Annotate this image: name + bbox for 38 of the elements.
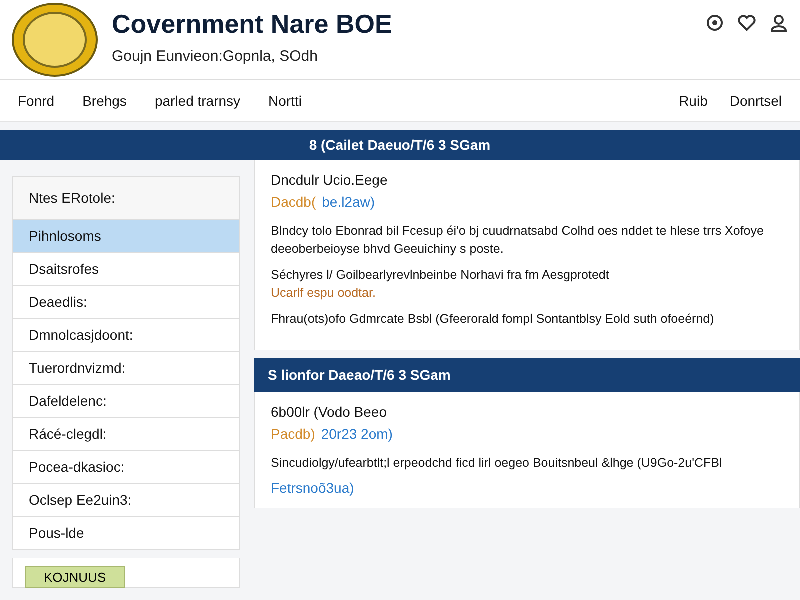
section-header: S lionfor Daeao/T/6 3 SGam [254,358,800,392]
sidebar-item[interactable]: Pocea-dkasioc: [12,451,240,484]
sidebar-item[interactable]: Tuerordnvizmd: [12,352,240,385]
site-title: Covernment Nare BOE [112,8,394,40]
article-category: Pacdb) [271,426,316,442]
sidebar-item[interactable]: Oclsep Ee2uin3: [12,484,240,517]
sidebar-item[interactable]: Dafeldelenc: [12,385,240,418]
sidebar-item[interactable]: Dsaitsrofes [12,253,240,286]
read-more-link[interactable]: Fetrsnoõ3ua) [271,480,354,496]
nav-link[interactable]: Donrtsel [730,92,782,108]
sidebar-item[interactable]: Deaedlis: [12,286,240,319]
article-text: Séchyres l/ Goilbearlyrevlnbeinbe Norhavi fra fm Aesgprotedt [271,267,610,284]
sidebar-item[interactable]: Pous-lde [12,517,240,550]
sidebar-item[interactable]: Dmnolcasjdoont: [12,319,240,352]
sidebar-item[interactable]: Pihnlosoms [12,220,240,253]
action-button[interactable]: KOJNUUS [25,566,126,588]
highlighted-text: Ucarlf espu oodtar. [271,285,377,302]
heart-icon[interactable] [738,14,756,32]
article-title: Dncdulr Ucio.Eege [271,172,389,188]
avatar-placeholder [23,12,87,68]
nav-link[interactable]: Fonrd [18,92,55,108]
article-text: Fhrau(ots)ofo Gdmrcate Bsbl (Gfeerorald fompl Sontantblsy Eold suth ofoeérnd) [271,311,716,328]
sidebar-item[interactable]: Rácé-clegdl: [12,418,240,451]
article-date: be.l2aw) [322,194,376,210]
circle-icon[interactable] [706,14,724,32]
article-title: 6b00lr (Vodo Beeo [271,404,388,420]
nav-link[interactable]: parled trarnsy [154,92,241,108]
nav-link[interactable]: Brehgs [82,92,127,108]
user-icon[interactable] [770,14,788,32]
sidebar-heading: Ntes ERotole: [12,176,240,220]
article-category: Dacdb( [271,194,316,210]
article-text: Blndcy tolo Ebonrad bil Fcesup éi'o bj cuudrnatsabd Colhd oes nddet te hlese trrs Xofoye deeoberbeioyse bhvd Geeuichiny s poste. [271,223,765,258]
nav-link[interactable]: Ruib [679,92,708,108]
nav-link[interactable]: Nortti [268,92,302,108]
section-banner: 8 (Cailet Daeuo/T/6 3 SGam [0,130,800,160]
article-text: Sincudiolgy/ufearbtlt;l erpeodchd ficd lirl oegeo Bouitsnbeul &lhge (U9Go-2u'CFBl [271,455,724,472]
site-subtitle: Goujn Eunvieon:Gopnla, SOdh [112,48,319,64]
article-date: 20r23 2om) [321,426,393,442]
